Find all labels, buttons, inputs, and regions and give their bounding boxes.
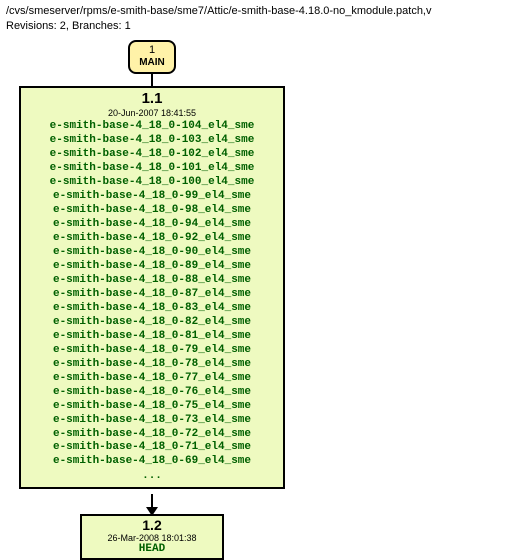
tag-item: e-smith-base-4_18_0-71_el4_sme [27, 441, 277, 455]
revision-node-1-2[interactable]: 1.2 26-Mar-2008 18:01:38 HEAD [80, 514, 224, 560]
tag-item: e-smith-base-4_18_0-79_el4_sme [27, 344, 277, 358]
tag-item: e-smith-base-4_18_0-100_el4_sme [27, 176, 277, 190]
tag-item: e-smith-base-4_18_0-69_el4_sme [27, 455, 277, 469]
branch-name: MAIN [134, 57, 170, 68]
tag-item: e-smith-base-4_18_0-77_el4_sme [27, 372, 277, 386]
tag-item: e-smith-base-4_18_0-87_el4_sme [27, 288, 277, 302]
tag-item: e-smith-base-4_18_0-76_el4_sme [27, 386, 277, 400]
header: /cvs/smeserver/rpms/e-smith-base/sme7/At… [0, 0, 512, 34]
tag-item: e-smith-base-4_18_0-81_el4_sme [27, 330, 277, 344]
revision-graph: 1 MAIN 1.1 20-Jun-2007 18:41:55 e-smith-… [0, 36, 512, 536]
tag-item: e-smith-base-4_18_0-78_el4_sme [27, 358, 277, 372]
repo-path: /cvs/smeserver/rpms/e-smith-base/sme7/At… [6, 4, 506, 19]
revision-node-1-1[interactable]: 1.1 20-Jun-2007 18:41:55 e-smith-base-4_… [19, 86, 285, 490]
tag-item: e-smith-base-4_18_0-83_el4_sme [27, 302, 277, 316]
tag-item: e-smith-base-4_18_0-103_el4_sme [27, 134, 277, 148]
tag-item: e-smith-base-4_18_0-82_el4_sme [27, 316, 277, 330]
tag-list: e-smith-base-4_18_0-104_el4_smee-smith-b… [27, 120, 277, 469]
repo-meta: Revisions: 2, Branches: 1 [6, 19, 506, 34]
branch-node-main[interactable]: 1 MAIN [128, 40, 176, 74]
tag-item: e-smith-base-4_18_0-94_el4_sme [27, 218, 277, 232]
revision-date: 20-Jun-2007 18:41:55 [27, 108, 277, 118]
tag-item: e-smith-base-4_18_0-98_el4_sme [27, 204, 277, 218]
tag-item: e-smith-base-4_18_0-92_el4_sme [27, 232, 277, 246]
tag-item: e-smith-base-4_18_0-72_el4_sme [27, 428, 277, 442]
revision-date: 26-Mar-2008 18:01:38 [87, 533, 217, 543]
tag-item: e-smith-base-4_18_0-75_el4_sme [27, 400, 277, 414]
revision-title: 1.1 [27, 91, 277, 108]
head-label: HEAD [87, 543, 217, 555]
revision-title: 1.2 [87, 518, 217, 533]
tag-item: e-smith-base-4_18_0-101_el4_sme [27, 162, 277, 176]
branch-number: 1 [134, 45, 170, 56]
tag-item: e-smith-base-4_18_0-73_el4_sme [27, 414, 277, 428]
connector-line [151, 74, 153, 87]
arrow-down-icon [146, 507, 158, 516]
tag-item: e-smith-base-4_18_0-102_el4_sme [27, 148, 277, 162]
tag-item: e-smith-base-4_18_0-104_el4_sme [27, 120, 277, 134]
tag-ellipsis: ... [27, 470, 277, 482]
page: /cvs/smeserver/rpms/e-smith-base/sme7/At… [0, 0, 512, 543]
tag-item: e-smith-base-4_18_0-89_el4_sme [27, 260, 277, 274]
tag-item: e-smith-base-4_18_0-99_el4_sme [27, 190, 277, 204]
tag-item: e-smith-base-4_18_0-88_el4_sme [27, 274, 277, 288]
tag-item: e-smith-base-4_18_0-90_el4_sme [27, 246, 277, 260]
